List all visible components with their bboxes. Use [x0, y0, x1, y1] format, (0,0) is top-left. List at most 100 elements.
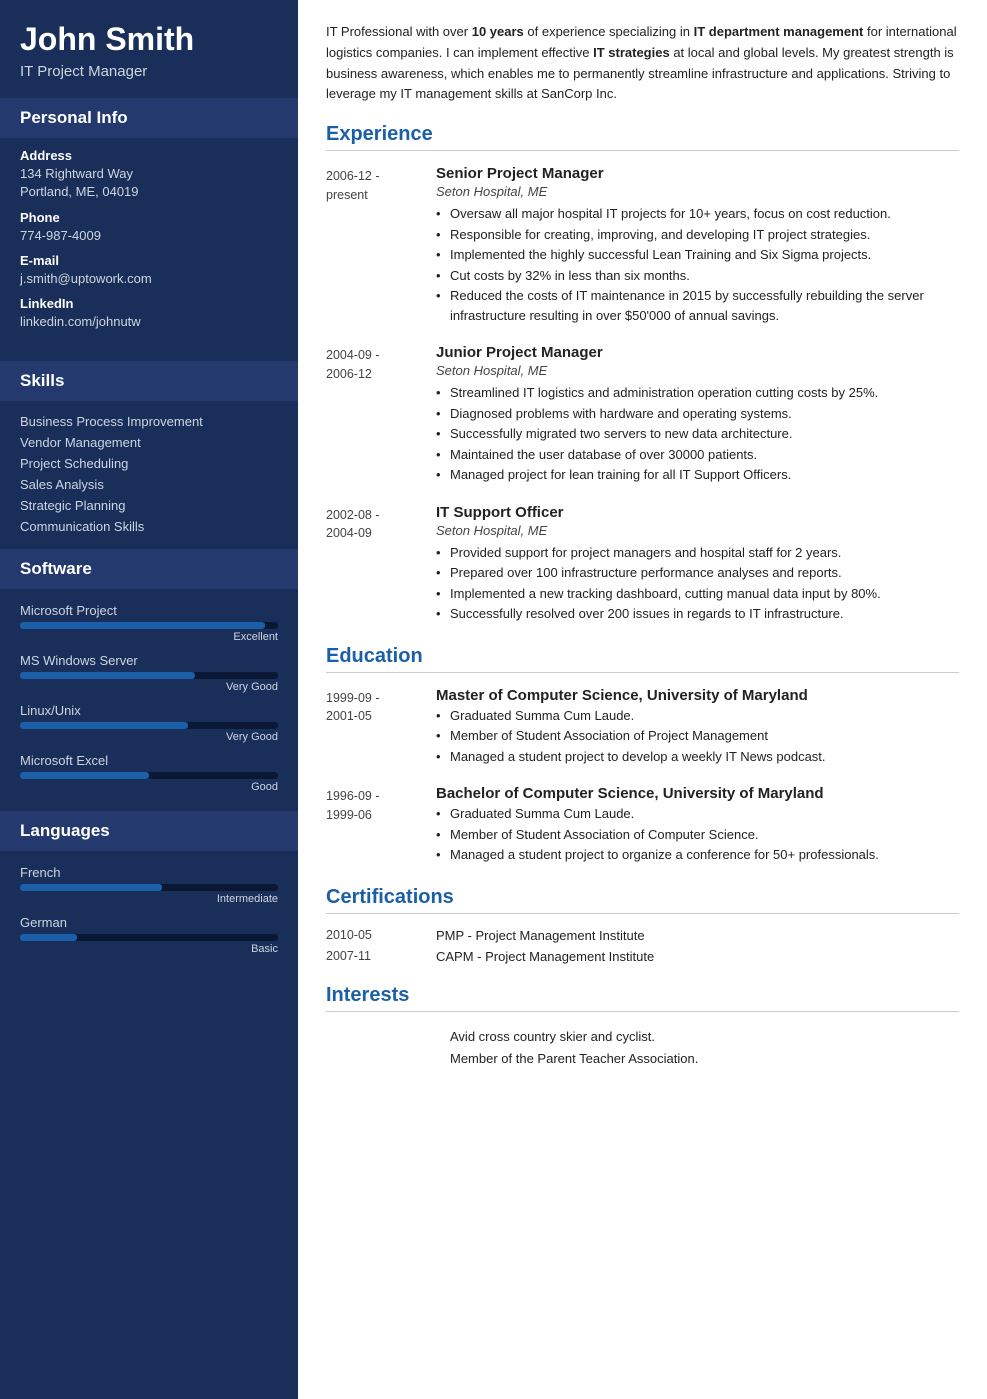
bar-german — [20, 934, 278, 941]
personal-info-section: Personal Info Address 134 Rightward WayP… — [0, 98, 298, 361]
bullet: Successfully migrated two servers to new… — [436, 424, 959, 444]
entry-org-3: Seton Hospital, ME — [436, 523, 959, 538]
edu-body-2: Bachelor of Computer Science, University… — [436, 785, 959, 866]
experience-entry-1: 2006-12 -present Senior Project Manager … — [326, 165, 959, 326]
skill-1: Business Process Improvement — [0, 411, 298, 432]
interests-wrapper: Avid cross country skier and cyclist. Me… — [326, 1026, 959, 1070]
skill-3: Project Scheduling — [0, 453, 298, 474]
bullet: Graduated Summa Cum Laude. — [436, 706, 959, 726]
cert-1: 2010-05 PMP - Project Management Institu… — [326, 928, 959, 943]
email-value: j.smith@uptowork.com — [20, 270, 278, 288]
experience-section: Experience 2006-12 -present Senior Proje… — [326, 123, 959, 625]
bullet: Diagnosed problems with hardware and ope… — [436, 404, 959, 424]
bullet: Member of Student Association of Project… — [436, 726, 959, 746]
entry-bullets-1: Oversaw all major hospital IT projects f… — [436, 204, 959, 325]
edu-bullets-2: Graduated Summa Cum Laude. Member of Stu… — [436, 804, 959, 865]
edu-title-1: Master of Computer Science, University o… — [436, 687, 959, 704]
entry-date-2: 2004-09 -2006-12 — [326, 344, 436, 486]
entry-org-2: Seton Hospital, ME — [436, 363, 959, 378]
software-4: Microsoft Excel Good — [0, 749, 298, 793]
entry-date-3: 2002-08 -2004-09 — [326, 504, 436, 625]
skill-6: Communication Skills — [0, 516, 298, 537]
candidate-name: John Smith — [20, 22, 278, 57]
bullet: Maintained the user database of over 300… — [436, 445, 959, 465]
edu-title-2: Bachelor of Computer Science, University… — [436, 785, 959, 802]
interest-1: Avid cross country skier and cyclist. — [436, 1026, 959, 1048]
languages-section: Languages French Intermediate German Bas… — [0, 811, 298, 973]
candidate-title: IT Project Manager — [20, 63, 278, 80]
bar-linux — [20, 722, 278, 729]
skills-title: Skills — [0, 361, 298, 401]
linkedin-value: linkedin.com/johnutw — [20, 313, 278, 331]
interest-2: Member of the Parent Teacher Association… — [436, 1048, 959, 1070]
education-title: Education — [326, 645, 959, 673]
software-2: MS Windows Server Very Good — [0, 649, 298, 693]
entry-org-1: Seton Hospital, ME — [436, 184, 959, 199]
resume-container: John Smith IT Project Manager Personal I… — [0, 0, 987, 1399]
bullet: Managed a student project to organize a … — [436, 845, 959, 865]
edu-date-1: 1999-09 -2001-05 — [326, 687, 436, 768]
software-section: Software Microsoft Project Excellent MS … — [0, 549, 298, 811]
cert-date-2: 2007-11 — [326, 949, 436, 964]
skills-section: Skills Business Process Improvement Vend… — [0, 361, 298, 549]
education-entry-2: 1996-09 -1999-06 Bachelor of Computer Sc… — [326, 785, 959, 866]
entry-body-2: Junior Project Manager Seton Hospital, M… — [436, 344, 959, 486]
bullet: Implemented a new tracking dashboard, cu… — [436, 584, 959, 604]
lang-german: German Basic — [0, 911, 298, 955]
lang-french: French Intermediate — [0, 861, 298, 905]
address-block: Address 134 Rightward WayPortland, ME, 0… — [0, 148, 298, 349]
bar-microsoft-project — [20, 622, 278, 629]
bullet: Member of Student Association of Compute… — [436, 825, 959, 845]
experience-entry-2: 2004-09 -2006-12 Junior Project Manager … — [326, 344, 959, 486]
bar-ms-windows — [20, 672, 278, 679]
software-1: Microsoft Project Excellent — [0, 599, 298, 643]
address-value: 134 Rightward WayPortland, ME, 04019 — [20, 165, 278, 201]
software-title: Software — [0, 549, 298, 589]
bullet: Provided support for project managers an… — [436, 543, 959, 563]
cert-name-2: CAPM - Project Management Institute — [436, 949, 654, 964]
entry-bullets-3: Provided support for project managers an… — [436, 543, 959, 624]
interests-section: Interests Avid cross country skier and c… — [326, 984, 959, 1070]
edu-body-1: Master of Computer Science, University o… — [436, 687, 959, 768]
bullet: Oversaw all major hospital IT projects f… — [436, 204, 959, 224]
phone-value: 774-987-4009 — [20, 227, 278, 245]
bullet: Managed a student project to develop a w… — [436, 747, 959, 767]
entry-title-2: Junior Project Manager — [436, 344, 959, 361]
bullet: Prepared over 100 infrastructure perform… — [436, 563, 959, 583]
skill-5: Strategic Planning — [0, 495, 298, 516]
bullet: Successfully resolved over 200 issues in… — [436, 604, 959, 624]
certifications-title: Certifications — [326, 886, 959, 914]
personal-info-title: Personal Info — [0, 98, 298, 138]
bullet: Implemented the highly successful Lean T… — [436, 245, 959, 265]
entry-body-1: Senior Project Manager Seton Hospital, M… — [436, 165, 959, 326]
email-label: E-mail — [20, 253, 278, 268]
edu-bullets-1: Graduated Summa Cum Laude. Member of Stu… — [436, 706, 959, 767]
bullet: Managed project for lean training for al… — [436, 465, 959, 485]
education-entry-1: 1999-09 -2001-05 Master of Computer Scie… — [326, 687, 959, 768]
summary-text: IT Professional with over 10 years of ex… — [326, 22, 959, 105]
bullet: Reduced the costs of IT maintenance in 2… — [436, 286, 959, 325]
bullet: Responsible for creating, improving, and… — [436, 225, 959, 245]
linkedin-label: LinkedIn — [20, 296, 278, 311]
entry-bullets-2: Streamlined IT logistics and administrat… — [436, 383, 959, 485]
software-3: Linux/Unix Very Good — [0, 699, 298, 743]
phone-label: Phone — [20, 210, 278, 225]
cert-date-1: 2010-05 — [326, 928, 436, 943]
sidebar: John Smith IT Project Manager Personal I… — [0, 0, 298, 1399]
bullet: Streamlined IT logistics and administrat… — [436, 383, 959, 403]
languages-title: Languages — [0, 811, 298, 851]
entry-title-1: Senior Project Manager — [436, 165, 959, 182]
bullet: Cut costs by 32% in less than six months… — [436, 266, 959, 286]
cert-2: 2007-11 CAPM - Project Management Instit… — [326, 949, 959, 964]
bullet: Graduated Summa Cum Laude. — [436, 804, 959, 824]
certifications-section: Certifications 2010-05 PMP - Project Man… — [326, 886, 959, 964]
skill-2: Vendor Management — [0, 432, 298, 453]
entry-date-1: 2006-12 -present — [326, 165, 436, 326]
sidebar-header: John Smith IT Project Manager — [0, 0, 298, 98]
bar-french — [20, 884, 278, 891]
main-content: IT Professional with over 10 years of ex… — [298, 0, 987, 1399]
experience-title: Experience — [326, 123, 959, 151]
entry-body-3: IT Support Officer Seton Hospital, ME Pr… — [436, 504, 959, 625]
address-label: Address — [20, 148, 278, 163]
bar-excel — [20, 772, 278, 779]
